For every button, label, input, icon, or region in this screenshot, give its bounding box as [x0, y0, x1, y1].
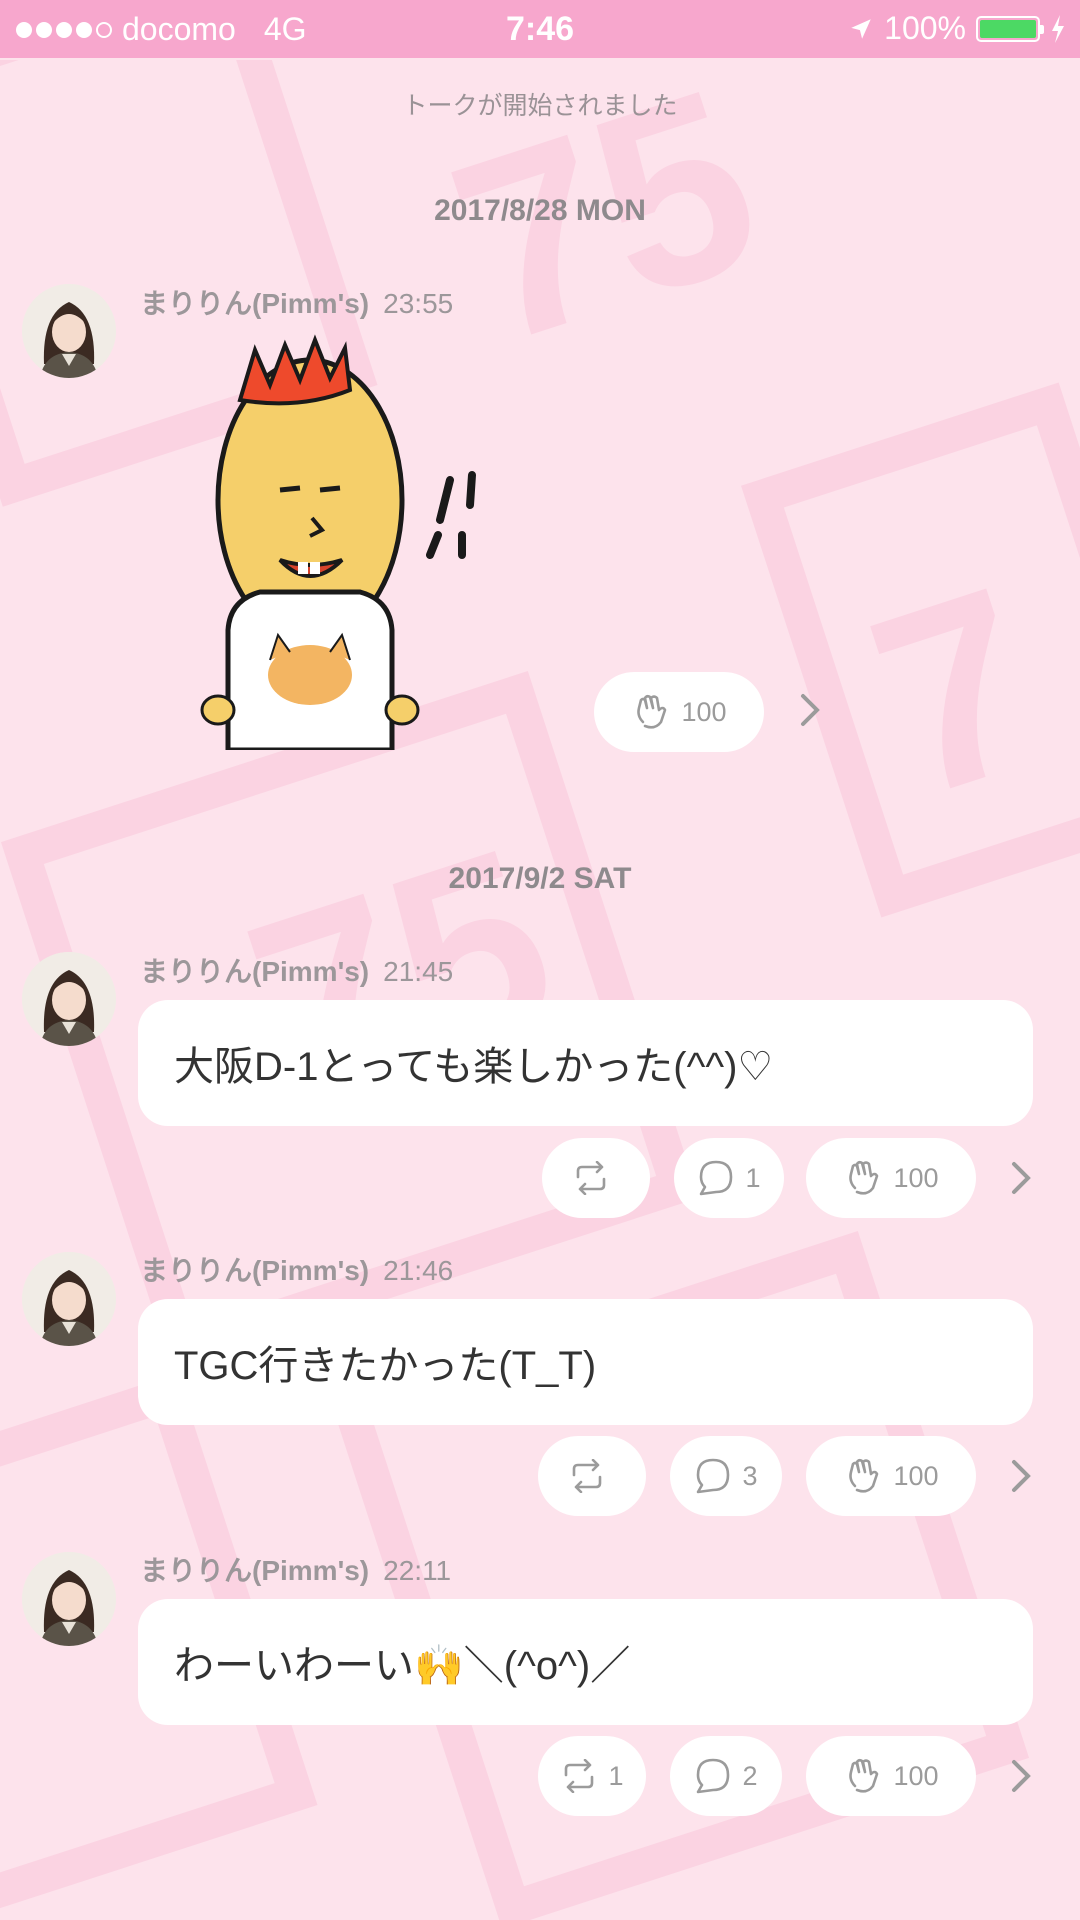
comment-icon	[697, 1458, 730, 1494]
chevron-right-icon[interactable]	[795, 690, 825, 730]
message-time: 23:55	[383, 288, 454, 319]
message-bubble[interactable]: 大阪D-1とっても楽しかった(^^)♡	[138, 1000, 1033, 1126]
sender-name: まりりん(Pimm's)	[140, 1255, 370, 1286]
clap-count: 100	[893, 1162, 939, 1193]
clap-button[interactable]: 100	[594, 672, 764, 752]
chevron-right-icon[interactable]	[1006, 1756, 1036, 1796]
clap-count: 100	[893, 1460, 939, 1491]
message-time: 21:45	[383, 956, 454, 987]
sender-name: まりりん(Pimm's)	[140, 288, 370, 319]
message-meta: まりりん(Pimm's) 22:11	[140, 1549, 451, 1589]
date-separator: 2017/9/2 SAT	[448, 862, 632, 895]
clap-count: 100	[681, 696, 727, 727]
repost-icon	[572, 1459, 602, 1493]
message-time: 22:11	[383, 1555, 452, 1586]
battery-percent: 100%	[884, 10, 966, 46]
sticker-image[interactable]	[200, 330, 500, 750]
comment-count: 1	[745, 1162, 761, 1193]
avatar[interactable]	[22, 1552, 116, 1646]
avatar[interactable]	[22, 952, 116, 1046]
repost-icon	[576, 1161, 606, 1195]
repost-count: 1	[608, 1760, 624, 1791]
clap-icon	[849, 1458, 879, 1493]
clap-count: 100	[893, 1760, 939, 1791]
repost-button[interactable]	[538, 1436, 646, 1516]
comment-button[interactable]: 3	[670, 1436, 782, 1516]
clap-button[interactable]: 100	[806, 1436, 976, 1516]
clap-icon	[849, 1758, 879, 1793]
clap-icon	[637, 694, 667, 729]
clap-button[interactable]: 100	[806, 1736, 976, 1816]
message-bubble[interactable]: TGC行きたかった(T_T)	[138, 1299, 1033, 1425]
battery-icon	[976, 15, 1044, 42]
clap-button[interactable]: 100	[806, 1138, 976, 1218]
comment-button[interactable]: 1	[674, 1138, 784, 1218]
charging-bolt-icon	[1052, 14, 1064, 43]
repost-button[interactable]: 1	[538, 1736, 646, 1816]
message-meta: まりりん(Pimm's) 23:55	[140, 282, 453, 322]
message-meta: まりりん(Pimm's) 21:45	[140, 950, 453, 990]
message-bubble[interactable]: わーいわーい🙌＼(^o^)／	[138, 1599, 1033, 1725]
sender-name: まりりん(Pimm's)	[140, 956, 370, 987]
clap-icon	[849, 1160, 879, 1195]
message-meta: まりりん(Pimm's) 21:46	[140, 1249, 453, 1289]
location-arrow-icon	[851, 18, 871, 39]
svg-text:7: 7	[843, 533, 1070, 853]
repost-button[interactable]	[542, 1138, 650, 1218]
comment-count: 2	[742, 1760, 758, 1791]
avatar[interactable]	[22, 1252, 116, 1346]
chevron-right-icon[interactable]	[1006, 1158, 1036, 1198]
repost-icon	[565, 1759, 594, 1793]
status-bar: docomo 4G 7:46 100%	[0, 0, 1080, 58]
talk-started-message: トークが開始されました	[402, 92, 678, 120]
comment-icon	[697, 1758, 730, 1794]
message-time: 21:46	[383, 1255, 454, 1286]
comment-count: 3	[742, 1460, 758, 1491]
avatar[interactable]	[22, 284, 116, 378]
comment-button[interactable]: 2	[670, 1736, 782, 1816]
sender-name: まりりん(Pimm's)	[140, 1555, 370, 1586]
chevron-right-icon[interactable]	[1006, 1456, 1036, 1496]
date-separator: 2017/8/28 MON	[434, 194, 646, 227]
comment-icon	[700, 1160, 733, 1196]
